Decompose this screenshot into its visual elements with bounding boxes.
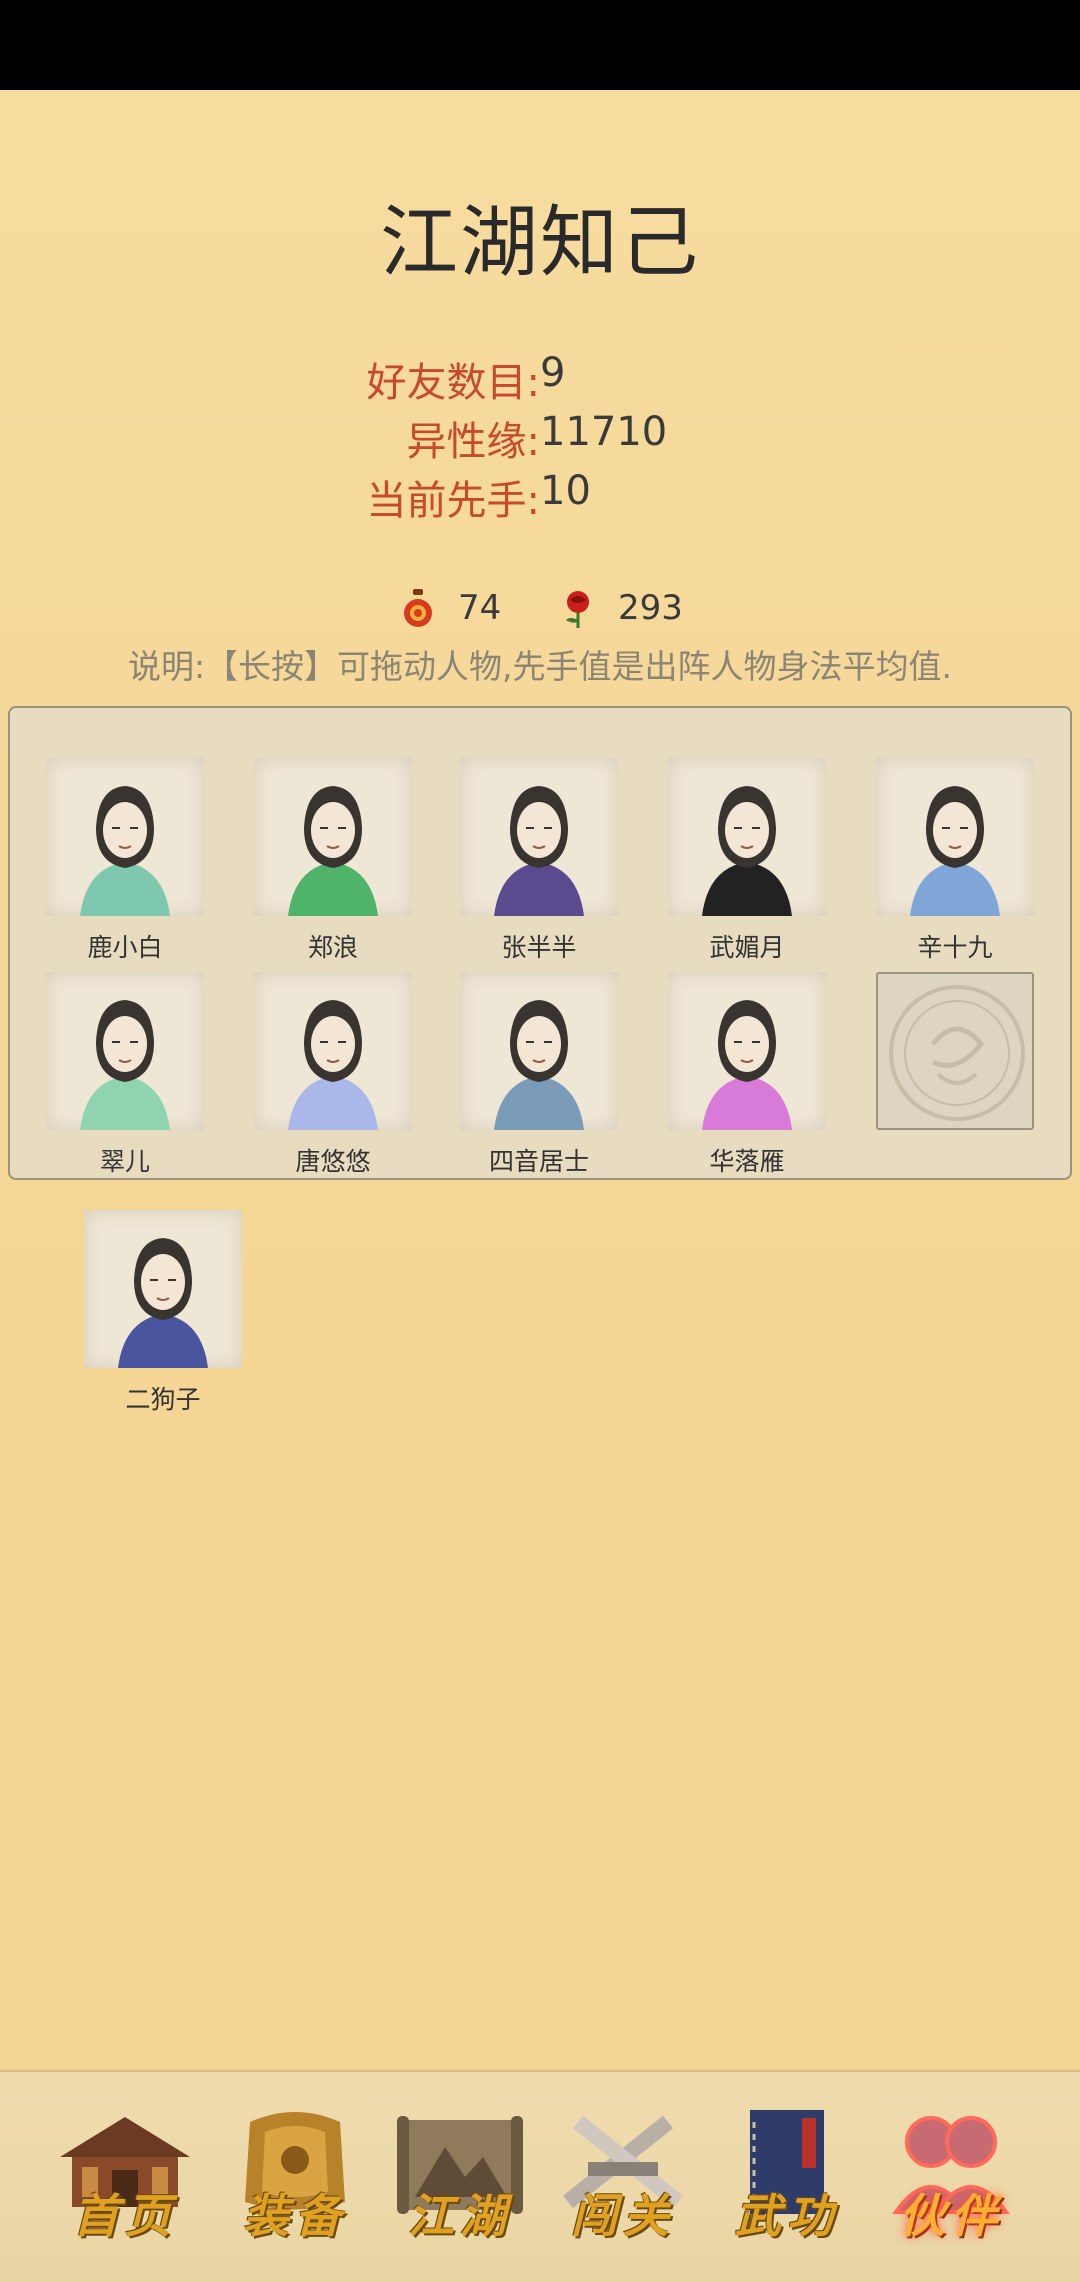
stat-friend-count: 好友数目: 9: [0, 350, 1080, 406]
nav-challenge[interactable]: 闯关: [548, 2102, 698, 2252]
character-name: 辛十九: [917, 933, 993, 962]
nav-label: 首页: [73, 2189, 177, 2243]
portrait-icon: [668, 758, 826, 916]
character-name: 张半半: [501, 933, 577, 962]
character-card[interactable]: 唐悠悠: [254, 972, 412, 1178]
bottom-nav: 首页 装备 江湖 闯关 武功 伙伴: [0, 2070, 1080, 2282]
portrait-icon: [46, 972, 204, 1130]
portrait-icon: [84, 1210, 242, 1368]
character-card[interactable]: 郑浪: [254, 758, 412, 964]
instruction-note: 说明:【长按】可拖动人物,先手值是出阵人物身法平均值.: [127, 647, 953, 686]
nav-label: 武功: [735, 2189, 839, 2243]
character-card[interactable]: 翠儿: [46, 972, 204, 1178]
character-name: 华落雁: [709, 1147, 785, 1176]
nav-label: 江湖: [408, 2189, 512, 2243]
stat-value: 10: [540, 468, 591, 514]
nav-equipment[interactable]: 装备: [220, 2102, 370, 2252]
page-title: 江湖知己: [379, 198, 700, 288]
character-name: 唐悠悠: [295, 1147, 371, 1176]
nav-label: 闯关: [571, 2189, 675, 2243]
portrait-icon: [254, 758, 412, 916]
portrait-icon: [876, 758, 1034, 916]
stat-label: 当前先手:: [366, 478, 540, 524]
stat-value: 9: [540, 350, 566, 396]
portrait-icon: [460, 758, 618, 916]
character-card[interactable]: 武媚月: [668, 758, 826, 964]
rose-icon: [556, 586, 600, 630]
character-name: 郑浪: [307, 933, 358, 962]
portrait-icon: [254, 972, 412, 1130]
character-name: 武媚月: [709, 933, 785, 962]
status-bar: [0, 0, 1080, 90]
character-card[interactable]: 鹿小白: [46, 758, 204, 964]
empty-slot[interactable]: [876, 972, 1034, 1130]
character-name: 鹿小白: [87, 933, 163, 962]
nav-martial[interactable]: 武功: [712, 2102, 862, 2252]
nav-label: 伙伴: [899, 2189, 1003, 2243]
stat-label: 好友数目:: [366, 360, 540, 406]
gourd-icon: [396, 586, 440, 630]
gourd-resource: 74: [396, 580, 501, 636]
character-card[interactable]: 四音居士: [460, 972, 618, 1178]
character-card[interactable]: 辛十九: [876, 758, 1034, 964]
character-card[interactable]: 张半半: [460, 758, 618, 964]
nav-home[interactable]: 首页: [50, 2102, 200, 2252]
stat-value: 11710: [540, 409, 668, 455]
character-name: 四音居士: [488, 1147, 589, 1176]
character-name: 二狗子: [125, 1385, 201, 1414]
portrait-icon: [46, 758, 204, 916]
gourd-count: 74: [458, 588, 502, 628]
character-name: 翠儿: [99, 1147, 150, 1176]
character-card[interactable]: 二狗子: [84, 1210, 242, 1416]
stat-label: 异性缘:: [406, 419, 540, 465]
stat-initiative: 当前先手: 10: [0, 468, 1080, 524]
stat-charm: 异性缘: 11710: [0, 409, 1080, 465]
nav-label: 装备: [243, 2189, 347, 2243]
portrait-icon: [460, 972, 618, 1130]
portrait-icon: [668, 972, 826, 1130]
nav-companions[interactable]: 伙伴: [876, 2102, 1026, 2252]
character-card[interactable]: 华落雁: [668, 972, 826, 1178]
nav-jianghu[interactable]: 江湖: [385, 2102, 535, 2252]
rose-count: 293: [618, 588, 683, 628]
rose-resource: 293: [556, 580, 683, 636]
